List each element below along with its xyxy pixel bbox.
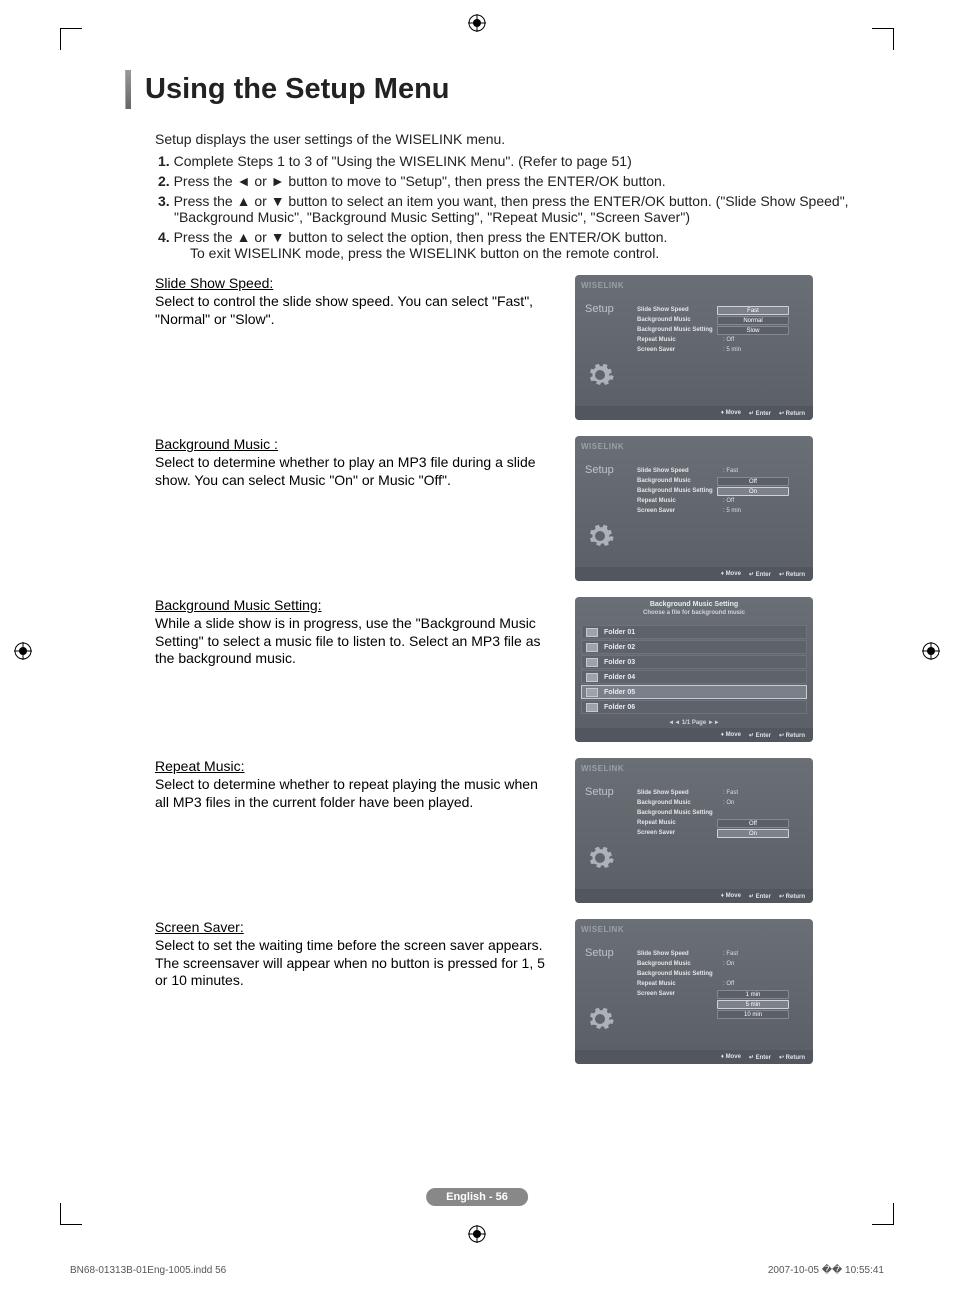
option-10min[interactable]: 10 min <box>717 1010 789 1019</box>
crop-mark <box>872 1203 894 1225</box>
bg-music-setting-heading: Background Music Setting: <box>155 597 555 613</box>
page-title: Using the Setup Menu <box>145 70 450 109</box>
nav-bar: ♦ Move ↵ Enter ↩ Return <box>575 728 813 742</box>
steps-list: 1. Complete Steps 1 to 3 of "Using the W… <box>158 153 884 261</box>
option-slow[interactable]: Slow <box>717 326 789 335</box>
folder-panel-title: Background Music Setting <box>575 597 813 610</box>
setup-label: Setup <box>585 947 614 959</box>
option-off[interactable]: Off <box>717 477 789 486</box>
repeat-music-body: Select to determine whether to repeat pl… <box>155 776 555 811</box>
wiselink-logo: WISELINK <box>581 281 624 290</box>
wiselink-logo: WISELINK <box>581 764 624 773</box>
intro-text: Setup displays the user settings of the … <box>155 131 884 147</box>
slide-show-speed-heading: Slide Show Speed: <box>155 275 555 291</box>
wiselink-logo: WISELINK <box>581 925 624 934</box>
move-hint: ♦ Move <box>721 410 741 416</box>
folder-icon <box>586 703 598 712</box>
registration-mark-bottom <box>468 1225 486 1243</box>
folder-icon <box>586 628 598 637</box>
menu-list: Slide Show Speed: Fast Background Music:… <box>637 949 805 1019</box>
setup-panel-screen-saver: WISELINK Setup Slide Show Speed: Fast Ba… <box>575 919 813 1064</box>
menu-list: Slide Show SpeedFast Background MusicNor… <box>637 305 805 355</box>
folder-icon <box>586 658 598 667</box>
return-hint: ↩ Return <box>779 410 805 417</box>
enter-hint: ↵ Enter <box>749 893 771 900</box>
enter-hint: ↵ Enter <box>749 410 771 417</box>
menu-list: Slide Show Speed: Fast Background Music:… <box>637 788 805 838</box>
step-3: 3. Press the ▲ or ▼ button to select an … <box>158 193 884 225</box>
folder-row[interactable]: Folder 01 <box>581 625 807 639</box>
nav-bar: ♦ Move ↵ Enter ↩ Return <box>575 567 813 581</box>
slide-show-speed-body: Select to control the slide show speed. … <box>155 293 555 328</box>
nav-bar: ♦ Move ↵ Enter ↩ Return <box>575 889 813 903</box>
wiselink-logo: WISELINK <box>581 442 624 451</box>
crop-mark <box>60 1203 82 1225</box>
move-hint: ♦ Move <box>721 893 741 899</box>
setup-panel-bg-music: WISELINK Setup Slide Show Speed: Fast Ba… <box>575 436 813 581</box>
footer-timestamp: 2007-10-05 �� 10:55:41 <box>768 1265 884 1276</box>
option-on[interactable]: On <box>717 829 789 838</box>
setup-panel-repeat: WISELINK Setup Slide Show Speed: Fast Ba… <box>575 758 813 903</box>
move-hint: ♦ Move <box>721 1054 741 1060</box>
enter-hint: ↵ Enter <box>749 1054 771 1061</box>
folder-row[interactable]: Folder 06 <box>581 700 807 714</box>
option-1min[interactable]: 1 min <box>717 990 789 999</box>
bg-music-setting-body: While a slide show is in progress, use t… <box>155 615 555 668</box>
page-number-badge: English - 56 <box>426 1188 528 1206</box>
return-hint: ↩ Return <box>779 571 805 578</box>
option-normal[interactable]: Normal <box>717 316 789 325</box>
folder-row[interactable]: Folder 04 <box>581 670 807 684</box>
gear-icon <box>585 1004 615 1034</box>
nav-bar: ♦ Move ↵ Enter ↩ Return <box>575 1050 813 1064</box>
folder-panel-subtitle: Choose a file for background music <box>575 610 813 616</box>
footer-filename: BN68-01313B-01Eng-1005.indd 56 <box>70 1265 226 1276</box>
document-footer: BN68-01313B-01Eng-1005.indd 56 2007-10-0… <box>70 1265 884 1276</box>
step-2: 2. Press the ◄ or ► button to move to "S… <box>158 173 884 189</box>
folder-row-selected[interactable]: Folder 05 <box>581 685 807 699</box>
setup-label: Setup <box>585 786 614 798</box>
screen-saver-body: Select to set the waiting time before th… <box>155 937 555 990</box>
option-5min[interactable]: 5 min <box>717 1000 789 1009</box>
step-1: 1. Complete Steps 1 to 3 of "Using the W… <box>158 153 884 169</box>
step-4: 4. Press the ▲ or ▼ button to select the… <box>158 229 884 261</box>
move-hint: ♦ Move <box>721 732 741 738</box>
menu-list: Slide Show Speed: Fast Background MusicO… <box>637 466 805 516</box>
setup-panel-slide-speed: WISELINK Setup Slide Show SpeedFast Back… <box>575 275 813 420</box>
option-fast[interactable]: Fast <box>717 306 789 315</box>
move-hint: ♦ Move <box>721 571 741 577</box>
gear-icon <box>585 521 615 551</box>
repeat-music-heading: Repeat Music: <box>155 758 555 774</box>
nav-bar: ♦ Move ↵ Enter ↩ Return <box>575 406 813 420</box>
setup-label: Setup <box>585 303 614 315</box>
gear-icon <box>585 360 615 390</box>
return-hint: ↩ Return <box>779 1054 805 1061</box>
option-on[interactable]: On <box>717 487 789 496</box>
setup-label: Setup <box>585 464 614 476</box>
gear-icon <box>585 843 615 873</box>
background-music-body: Select to determine whether to play an M… <box>155 454 555 489</box>
folder-row[interactable]: Folder 03 <box>581 655 807 669</box>
folder-icon <box>586 673 598 682</box>
title-accent-bar <box>125 70 131 109</box>
return-hint: ↩ Return <box>779 732 805 739</box>
folder-panel: Background Music Setting Choose a file f… <box>575 597 813 742</box>
option-off[interactable]: Off <box>717 819 789 828</box>
folder-row[interactable]: Folder 02 <box>581 640 807 654</box>
background-music-heading: Background Music : <box>155 436 555 452</box>
folder-icon <box>586 643 598 652</box>
screen-saver-heading: Screen Saver: <box>155 919 555 935</box>
folder-list: Folder 01 Folder 02 Folder 03 Folder 04 … <box>581 625 807 715</box>
enter-hint: ↵ Enter <box>749 732 771 739</box>
enter-hint: ↵ Enter <box>749 571 771 578</box>
page-indicator: ◄◄ 1/1 Page ►► <box>575 720 813 726</box>
folder-icon <box>586 688 598 697</box>
return-hint: ↩ Return <box>779 893 805 900</box>
